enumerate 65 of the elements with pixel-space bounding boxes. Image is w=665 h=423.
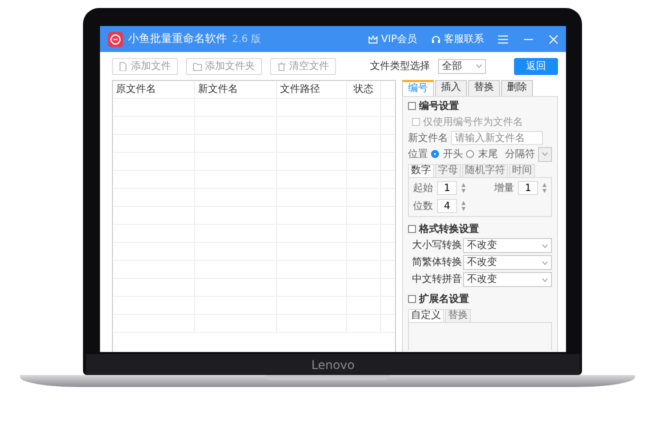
number-field[interactable]: 4 — [437, 199, 457, 213]
checkbox[interactable] — [408, 102, 416, 110]
number-field[interactable]: 1 — [437, 181, 457, 195]
close-icon[interactable] — [549, 34, 558, 44]
dropdown[interactable]: 不改变 — [463, 238, 552, 253]
app-logo-icon — [108, 32, 123, 46]
radio-button[interactable] — [466, 150, 474, 158]
panel-tab[interactable]: 编号 — [402, 80, 434, 96]
filter-label: 文件类型选择 — [370, 60, 430, 74]
trash-icon — [277, 62, 286, 70]
dropdown[interactable]: 不改变 — [463, 272, 552, 287]
panel-tab[interactable]: 插入 — [435, 80, 467, 96]
checkbox[interactable] — [408, 225, 416, 233]
field-label: 位置 — [408, 148, 428, 162]
checkbox-label: 格式转换设置 — [419, 222, 479, 236]
sub-tab[interactable]: 数字 — [408, 164, 434, 177]
header-link-label: 客服联系 — [444, 32, 484, 46]
column-header: 状态 — [347, 81, 381, 98]
panel-tab[interactable]: 删除 — [501, 80, 533, 96]
crown-icon — [368, 34, 378, 44]
new-name-field[interactable]: 请输入新文件名 — [451, 131, 543, 145]
field-label: 位数 — [413, 200, 433, 214]
separator-dropdown[interactable] — [538, 146, 552, 162]
headset-icon — [431, 34, 441, 44]
file-icon — [119, 62, 128, 70]
folder-icon — [193, 62, 202, 70]
sub-tab[interactable]: 替换 — [445, 309, 471, 322]
spinner-icon[interactable] — [461, 182, 466, 194]
field-label: 增量 — [494, 182, 514, 196]
header-link-label: VIP会员 — [381, 32, 417, 46]
panel-tab[interactable]: 替换 — [468, 80, 500, 96]
column-header: 文件路径 — [277, 81, 347, 98]
version-label: 2.6 版 — [232, 32, 262, 46]
checkbox-label: 编号设置 — [419, 100, 459, 114]
column-header: 原文件名 — [113, 81, 195, 98]
field-label: 简繁体转换 — [411, 256, 460, 270]
field-label: 大小写转换 — [411, 238, 460, 253]
radio-label: 开头 — [443, 148, 463, 162]
field-label: 分隔符 — [505, 148, 535, 162]
spinner-icon[interactable] — [461, 200, 466, 212]
sub-tab[interactable]: 自定义 — [408, 309, 444, 322]
spinner-icon[interactable] — [542, 182, 547, 194]
field-label: 起始 — [413, 182, 433, 196]
sub-tab[interactable]: 随机字符 — [462, 164, 508, 177]
file-type-dropdown[interactable]: 全部 — [438, 58, 486, 74]
number-field[interactable]: 1 — [518, 181, 538, 195]
radio-button[interactable] — [431, 150, 439, 158]
caret-icon — [542, 244, 548, 248]
window-title: 小鱼批量重命名软件 — [128, 30, 227, 47]
sub-tab[interactable]: 时间 — [509, 164, 535, 177]
caret-icon — [542, 152, 548, 156]
radio-label: 末尾 — [478, 148, 498, 162]
field-label: 新文件名 — [408, 132, 448, 146]
field-label: 中文转拼音 — [411, 272, 460, 287]
brand-logo-text: Lenovo — [311, 358, 355, 370]
caret-icon — [542, 260, 548, 264]
sub-tab[interactable]: 字母 — [435, 164, 461, 177]
checkbox[interactable] — [408, 295, 416, 303]
column-header: 新文件名 — [195, 81, 277, 98]
dropdown[interactable]: 不改变 — [463, 255, 552, 270]
menu-icon[interactable] — [498, 34, 508, 44]
caret-icon — [542, 278, 548, 282]
checkbox-label: 仅使用编号作为文件名 — [423, 116, 523, 130]
checkbox-label: 扩展名设置 — [419, 292, 469, 306]
caret-icon — [476, 64, 482, 68]
